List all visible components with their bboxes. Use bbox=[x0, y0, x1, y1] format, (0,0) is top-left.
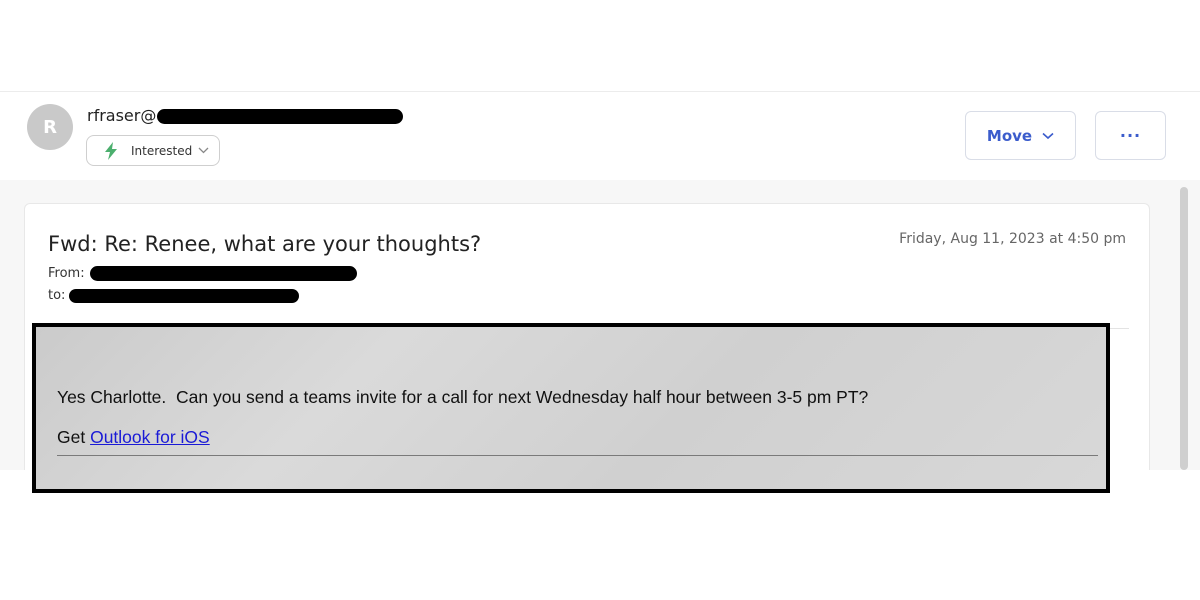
chevron-down-icon bbox=[1042, 132, 1054, 139]
tag-label: Interested bbox=[131, 143, 193, 158]
interest-tag-dropdown[interactable]: Interested bbox=[86, 135, 220, 166]
lightning-icon bbox=[105, 141, 117, 160]
from-row: From: bbox=[48, 266, 357, 281]
email-date: Friday, Aug 11, 2023 at 4:50 pm bbox=[899, 231, 1126, 247]
to-row: to: bbox=[48, 288, 300, 303]
outlook-ios-link[interactable]: Outlook for iOS bbox=[90, 427, 210, 447]
sender-address: rfraser@ bbox=[87, 106, 404, 125]
more-options-icon: ··· bbox=[1119, 126, 1142, 145]
chevron-down-icon bbox=[198, 147, 209, 154]
avatar: R bbox=[27, 104, 73, 150]
redacted-block bbox=[69, 288, 300, 303]
stage: R rfraser@ Interested Move ··· Fwd: Re: … bbox=[0, 0, 1200, 600]
from-label: From: bbox=[48, 266, 85, 281]
more-options-button[interactable]: ··· bbox=[1095, 111, 1166, 160]
signature: Get Outlook for iOS bbox=[57, 427, 210, 448]
email-subject: Fwd: Re: Renee, what are your thoughts? bbox=[48, 232, 482, 256]
redacted-block bbox=[89, 266, 357, 281]
redacted-block bbox=[157, 109, 404, 124]
move-button[interactable]: Move bbox=[965, 111, 1076, 160]
sender-prefix: rfraser@ bbox=[87, 106, 157, 125]
email-header-bar: R rfraser@ Interested Move ··· bbox=[0, 92, 1200, 180]
move-label: Move bbox=[986, 126, 1033, 145]
to-label: to: bbox=[48, 288, 66, 303]
divider bbox=[57, 455, 1098, 456]
message-body-highlight: Yes Charlotte. Can you send a teams invi… bbox=[32, 323, 1110, 493]
scrollbar[interactable] bbox=[1180, 187, 1188, 470]
signature-prefix: Get bbox=[57, 427, 91, 447]
message-text: Yes Charlotte. Can you send a teams invi… bbox=[57, 387, 869, 407]
